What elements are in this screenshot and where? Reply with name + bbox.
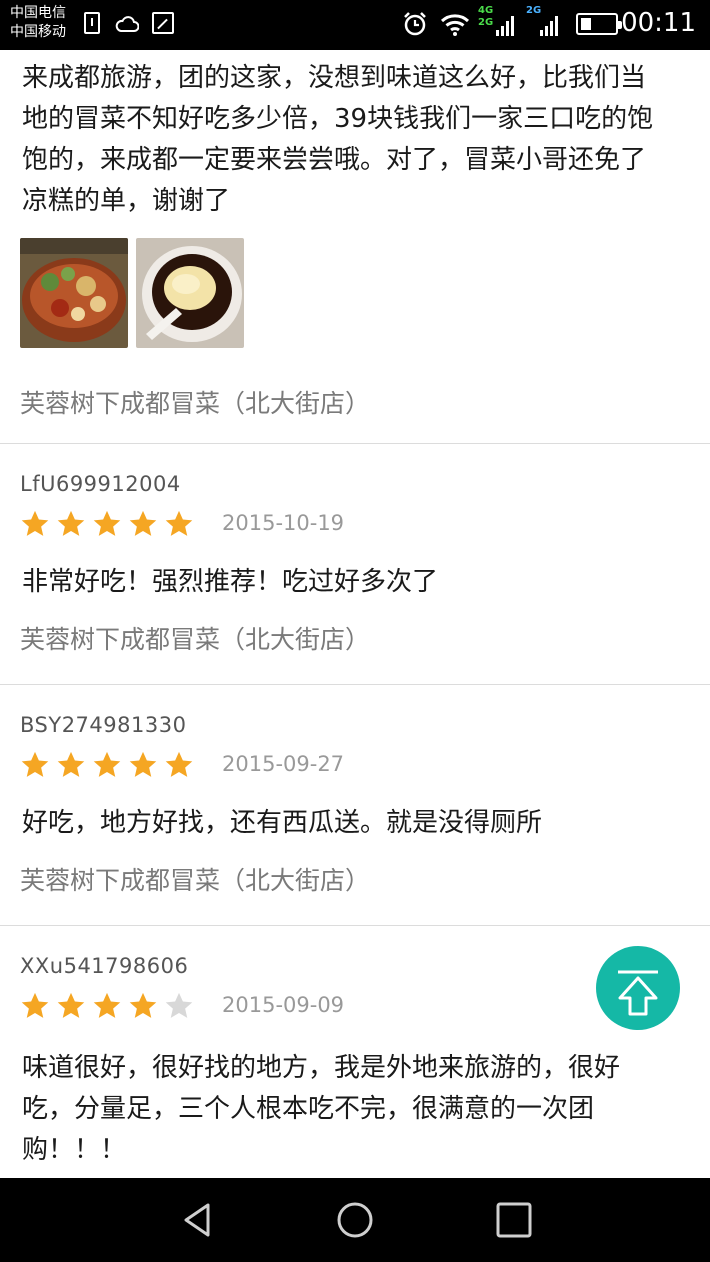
alarm-icon xyxy=(404,12,426,36)
reviewer-name: BSY274981330 xyxy=(20,713,187,737)
wifi-icon xyxy=(440,14,470,36)
sim-icon xyxy=(84,12,100,34)
review-text: 来成都旅游，团的这家，没想到味道这么好，比我们当地的冒菜不知好吃多少倍，39块钱… xyxy=(22,63,654,216)
carrier-1: 中国电信 xyxy=(10,5,66,21)
review-text: 味道很好，很好找的地方，我是外地来旅游的，很好吃，分量足，三个人根本吃不完，很满… xyxy=(22,1053,621,1165)
star-filled-icon xyxy=(165,751,193,777)
reviewer-name: XXu541798606 xyxy=(20,954,189,978)
review-text: 好吃，地方好找，还有西瓜送。就是没得厕所 xyxy=(22,808,543,838)
star-rating xyxy=(20,991,194,1021)
signal-icon xyxy=(496,16,514,36)
home-circle-icon[interactable] xyxy=(335,1200,375,1240)
review-date: 2015-09-09 xyxy=(222,993,345,1017)
star-filled-icon xyxy=(129,992,157,1018)
back-to-top-button[interactable] xyxy=(596,946,680,1030)
recents-square-icon[interactable] xyxy=(494,1200,534,1240)
star-filled-icon xyxy=(21,992,49,1018)
star-filled-icon xyxy=(93,992,121,1018)
star-rating xyxy=(20,509,194,539)
shop-name[interactable]: 芙蓉树下成都冒菜（北大街店） xyxy=(0,620,390,656)
reviewer-name: LfU699912004 xyxy=(20,472,181,496)
star-empty-icon xyxy=(165,992,193,1018)
review-item[interactable]: BSY274981330 2015-09-27 好吃，地方好找，还有西瓜送。就是… xyxy=(0,685,710,926)
food-photo-lianggao[interactable] xyxy=(136,238,244,348)
navigation-bar xyxy=(0,1178,710,1262)
cloud-icon xyxy=(115,16,139,32)
star-filled-icon xyxy=(165,510,193,536)
battery-icon xyxy=(576,13,622,35)
carrier-labels: 中国电信 中国移动 xyxy=(10,4,66,42)
star-rating xyxy=(20,750,194,780)
shop-name[interactable]: 芙蓉树下成都冒菜（北大街店） xyxy=(0,384,390,420)
review-photos xyxy=(20,238,244,348)
clock: 00:11 xyxy=(621,8,696,38)
star-filled-icon xyxy=(129,510,157,536)
review-item[interactable]: LfU699912004 2015-10-19 非常好吃！强烈推荐！吃过好多次了… xyxy=(0,444,710,685)
star-filled-icon xyxy=(57,510,85,536)
star-filled-icon xyxy=(21,510,49,536)
status-bar: 中国电信 中国移动 4G 2G 2G 00:11 xyxy=(0,0,710,50)
food-photo-maocai[interactable] xyxy=(20,238,128,348)
star-filled-icon xyxy=(21,751,49,777)
rating-row: 2015-09-27 xyxy=(0,746,710,786)
star-filled-icon xyxy=(93,510,121,536)
review-item[interactable]: 来成都旅游，团的这家，没想到味道这么好，比我们当地的冒菜不知好吃多少倍，39块钱… xyxy=(0,50,710,444)
review-text: 非常好吃！强烈推荐！吃过好多次了 xyxy=(22,567,439,597)
star-filled-icon xyxy=(57,992,85,1018)
shop-name[interactable]: 芙蓉树下成都冒菜（北大街店） xyxy=(0,861,390,897)
back-triangle-icon[interactable] xyxy=(178,1200,218,1240)
image-icon xyxy=(152,12,174,34)
rating-row: 2015-10-19 xyxy=(0,505,710,545)
star-filled-icon xyxy=(129,751,157,777)
star-filled-icon xyxy=(57,751,85,777)
review-date: 2015-09-27 xyxy=(222,752,345,776)
star-filled-icon xyxy=(93,751,121,777)
arrow-up-icon xyxy=(618,970,658,1016)
carrier-2: 中国移动 xyxy=(10,24,66,40)
network-type-1: 4G 2G xyxy=(478,5,494,28)
signal-icon-2 xyxy=(540,16,558,36)
review-date: 2015-10-19 xyxy=(222,511,345,535)
